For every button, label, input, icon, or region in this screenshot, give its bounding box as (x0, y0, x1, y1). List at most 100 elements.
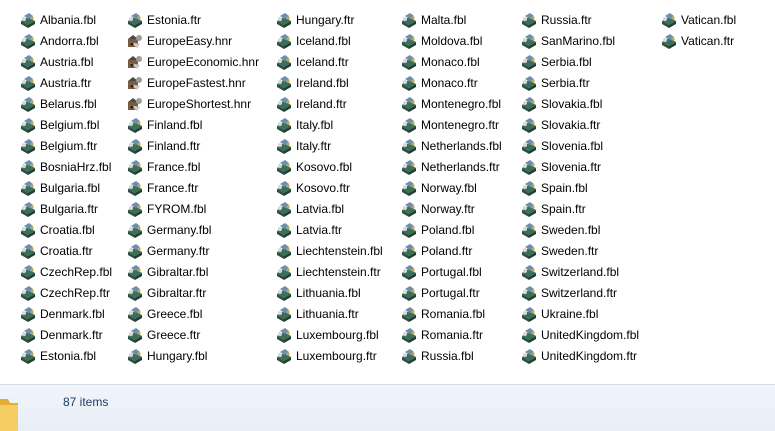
file-item[interactable]: Hungary.fbl (127, 345, 259, 366)
file-item[interactable]: France.ftr (127, 177, 259, 198)
file-item[interactable]: Luxembourg.fbl (276, 324, 383, 345)
file-item[interactable]: Estonia.ftr (127, 9, 259, 30)
file-item[interactable]: Greece.fbl (127, 303, 259, 324)
file-item[interactable]: Spain.fbl (521, 177, 639, 198)
file-item[interactable]: CzechRep.fbl (20, 261, 112, 282)
file-item[interactable]: Netherlands.ftr (401, 156, 502, 177)
file-item[interactable]: Russia.fbl (401, 345, 502, 366)
file-item[interactable]: Portugal.fbl (401, 261, 502, 282)
file-item[interactable]: CzechRep.ftr (20, 282, 112, 303)
file-item[interactable]: Slovakia.ftr (521, 114, 639, 135)
file-item[interactable]: Germany.fbl (127, 219, 259, 240)
file-name: Ukraine.fbl (541, 306, 599, 321)
file-item[interactable]: Norway.fbl (401, 177, 502, 198)
file-item[interactable]: Slovakia.fbl (521, 93, 639, 114)
file-item[interactable]: Croatia.ftr (20, 240, 112, 261)
file-item[interactable]: Latvia.ftr (276, 219, 383, 240)
file-item[interactable]: Gibraltar.ftr (127, 282, 259, 303)
file-item[interactable]: Kosovo.fbl (276, 156, 383, 177)
file-item[interactable]: Portugal.ftr (401, 282, 502, 303)
file-item[interactable]: EuropeShortest.hnr (127, 93, 259, 114)
file-item[interactable]: Poland.fbl (401, 219, 502, 240)
file-item[interactable]: Monaco.fbl (401, 51, 502, 72)
file-item[interactable]: Montenegro.ftr (401, 114, 502, 135)
file-item[interactable]: FYROM.fbl (127, 198, 259, 219)
file-item[interactable]: EuropeFastest.hnr (127, 72, 259, 93)
file-item[interactable]: Gibraltar.fbl (127, 261, 259, 282)
file-item[interactable]: Moldova.fbl (401, 30, 502, 51)
file-item[interactable]: Norway.ftr (401, 198, 502, 219)
file-item[interactable]: Ireland.fbl (276, 72, 383, 93)
file-item[interactable]: Belarus.fbl (20, 93, 112, 114)
file-item[interactable]: Denmark.fbl (20, 303, 112, 324)
file-item[interactable]: Germany.ftr (127, 240, 259, 261)
file-item[interactable]: Spain.ftr (521, 198, 639, 219)
file-item[interactable]: Liechtenstein.ftr (276, 261, 383, 282)
file-item[interactable]: Belgium.ftr (20, 135, 112, 156)
file-item[interactable]: Austria.fbl (20, 51, 112, 72)
file-item[interactable]: Bulgaria.ftr (20, 198, 112, 219)
file-item[interactable]: Sweden.fbl (521, 219, 639, 240)
file-item[interactable]: Russia.ftr (521, 9, 639, 30)
file-item[interactable]: Luxembourg.ftr (276, 345, 383, 366)
file-name: Austria.fbl (40, 54, 94, 69)
file-name: Slovakia.fbl (541, 96, 603, 111)
file-item[interactable]: Romania.fbl (401, 303, 502, 324)
file-list-pane[interactable]: Albania.fbl Andorra.fbl Austria.fbl Austria… (0, 0, 775, 384)
fbl-file-icon (277, 201, 291, 217)
file-item[interactable]: Lithuania.ftr (276, 303, 383, 324)
file-item[interactable]: Slovenia.fbl (521, 135, 639, 156)
file-name: Ireland.ftr (296, 96, 347, 111)
file-name: EuropeShortest.hnr (147, 96, 252, 111)
file-item[interactable]: SanMarino.fbl (521, 30, 639, 51)
file-item[interactable]: Ukraine.fbl (521, 303, 639, 324)
file-name: Switzerland.ftr (541, 285, 618, 300)
file-item[interactable]: Finland.ftr (127, 135, 259, 156)
file-item[interactable]: Albania.fbl (20, 9, 112, 30)
file-item[interactable]: Iceland.fbl (276, 30, 383, 51)
file-item[interactable]: Romania.ftr (401, 324, 502, 345)
file-item[interactable]: Switzerland.fbl (521, 261, 639, 282)
file-item[interactable]: Hungary.ftr (276, 9, 383, 30)
file-item[interactable]: Italy.fbl (276, 114, 383, 135)
file-item[interactable]: Liechtenstein.fbl (276, 240, 383, 261)
file-item[interactable]: Iceland.ftr (276, 51, 383, 72)
file-item[interactable]: Italy.ftr (276, 135, 383, 156)
file-name: Gibraltar.ftr (147, 285, 207, 300)
file-item[interactable]: Belgium.fbl (20, 114, 112, 135)
file-name: Denmark.fbl (40, 306, 105, 321)
file-item[interactable]: Monaco.ftr (401, 72, 502, 93)
file-item[interactable]: Denmark.ftr (20, 324, 112, 345)
file-item[interactable]: Finland.fbl (127, 114, 259, 135)
file-item[interactable]: Poland.ftr (401, 240, 502, 261)
file-item[interactable]: Vatican.ftr (661, 30, 736, 51)
file-item[interactable]: EuropeEasy.hnr (127, 30, 259, 51)
file-item[interactable]: Sweden.ftr (521, 240, 639, 261)
file-item[interactable]: Croatia.fbl (20, 219, 112, 240)
file-name: Belarus.fbl (40, 96, 97, 111)
file-item[interactable]: Estonia.fbl (20, 345, 112, 366)
file-item[interactable]: Latvia.fbl (276, 198, 383, 219)
file-item[interactable]: UnitedKingdom.ftr (521, 345, 639, 366)
file-item[interactable]: Greece.ftr (127, 324, 259, 345)
file-item[interactable]: Slovenia.ftr (521, 156, 639, 177)
file-item[interactable]: Serbia.ftr (521, 72, 639, 93)
file-item[interactable]: UnitedKingdom.fbl (521, 324, 639, 345)
file-item[interactable]: Austria.ftr (20, 72, 112, 93)
file-item[interactable]: Lithuania.fbl (276, 282, 383, 303)
fbl-file-icon (128, 264, 142, 280)
file-item[interactable]: Switzerland.ftr (521, 282, 639, 303)
file-item[interactable]: France.fbl (127, 156, 259, 177)
file-item[interactable]: Malta.fbl (401, 9, 502, 30)
file-item[interactable]: Serbia.fbl (521, 51, 639, 72)
file-item[interactable]: EuropeEconomic.hnr (127, 51, 259, 72)
file-item[interactable]: BosniaHrz.fbl (20, 156, 112, 177)
file-item[interactable]: Netherlands.fbl (401, 135, 502, 156)
file-item[interactable]: Montenegro.fbl (401, 93, 502, 114)
file-item[interactable]: Vatican.fbl (661, 9, 736, 30)
file-item[interactable]: Ireland.ftr (276, 93, 383, 114)
file-item[interactable]: Kosovo.ftr (276, 177, 383, 198)
file-item[interactable]: Bulgaria.fbl (20, 177, 112, 198)
file-item[interactable]: Andorra.fbl (20, 30, 112, 51)
hnr-file-icon (128, 55, 142, 69)
